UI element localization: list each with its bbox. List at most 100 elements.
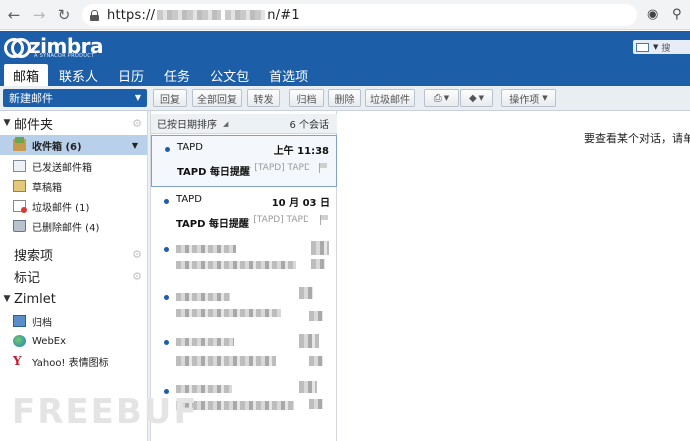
redacted-text: [176, 338, 234, 346]
redacted-text: [309, 399, 323, 409]
new-mail-label: 新建邮件: [9, 92, 53, 105]
list-item[interactable]: TAPD 10 月 03 日 TAPD 每日提醒 – [TAPD] TAPD: [151, 188, 337, 240]
zimlet-header[interactable]: ▼ Zimlet: [0, 290, 147, 308]
redacted-text: [176, 293, 230, 301]
trash-icon: [13, 220, 26, 232]
unread-dot-icon[interactable]: [165, 147, 170, 152]
message-from: TAPD: [177, 142, 203, 153]
tab-calendar[interactable]: 日历: [109, 65, 153, 86]
folder-label: 已发送邮件箱: [32, 162, 92, 174]
tab-tasks[interactable]: 任务: [155, 65, 199, 86]
message-date: 10 月 03 日: [271, 198, 330, 209]
folder-label: 已删除邮件 (4): [32, 222, 100, 234]
redacted-text: [299, 381, 317, 393]
redacted-text: [176, 309, 281, 317]
collapse-triangle-icon[interactable]: ▼: [0, 294, 14, 304]
zimbra-logo-icon: [4, 36, 31, 58]
sort-label[interactable]: 已按日期排序: [157, 116, 217, 131]
chevron-down-icon: ▼: [443, 94, 450, 102]
search-type-menu[interactable]: ▼ 搜: [633, 40, 690, 54]
eye-icon[interactable]: ◉: [647, 7, 658, 22]
chevron-down-icon: ▼: [542, 94, 548, 102]
gear-icon[interactable]: ⚙: [132, 248, 142, 261]
spam-button[interactable]: 垃圾邮件: [365, 89, 415, 107]
reply-all-button[interactable]: 全部回复: [192, 89, 242, 107]
redacted-text: [176, 261, 296, 269]
reload-icon[interactable]: ↻: [53, 4, 75, 26]
tag-menu-button[interactable]: ◆ ▼: [460, 89, 493, 107]
folder-trash[interactable]: 已删除邮件 (4): [0, 216, 147, 236]
tags-header[interactable]: 标记 ⚙: [0, 267, 147, 286]
folder-inbox[interactable]: 收件箱 (6) ▼: [0, 135, 147, 155]
redacted-text: [311, 241, 329, 255]
unread-dot-icon[interactable]: [164, 340, 169, 345]
print-menu-button[interactable]: ⎙ ▼: [424, 89, 459, 107]
zimlet-archive[interactable]: 归档: [0, 311, 147, 331]
chevron-down-icon[interactable]: ▼: [135, 93, 141, 102]
collapse-triangle-icon[interactable]: ▼: [0, 118, 14, 128]
reading-pane: 要查看某个对话，请单: [338, 111, 690, 441]
list-item[interactable]: [151, 239, 337, 287]
delete-button[interactable]: 删除: [328, 89, 361, 107]
watermark-logo: FREEBUF: [12, 392, 199, 432]
back-icon[interactable]: ←: [3, 4, 25, 26]
url-text: https:// n/#1: [107, 7, 300, 23]
logo-subtitle: A SYNACOR PRODUCT: [34, 53, 95, 59]
folder-sent[interactable]: 已发送邮件箱: [0, 156, 147, 176]
searches-header[interactable]: 搜索项 ⚙: [0, 245, 147, 264]
folder-drafts[interactable]: 草稿箱: [0, 176, 147, 196]
tag-icon: ◆: [468, 92, 477, 104]
lock-icon: [90, 9, 99, 21]
flag-icon[interactable]: [320, 215, 328, 225]
section-title: 搜索项: [14, 248, 54, 264]
redacted-text: [309, 356, 323, 366]
flag-icon[interactable]: [319, 163, 327, 173]
tab-contacts[interactable]: 联系人: [50, 65, 107, 86]
section-title: Zimlet: [14, 291, 56, 307]
archive-button[interactable]: 归档: [289, 89, 324, 107]
unread-dot-icon[interactable]: [164, 247, 169, 252]
mail-folders-header[interactable]: ▼ 邮件夹 ⚙: [0, 114, 147, 133]
folder-label: 垃圾邮件 (1): [32, 202, 90, 214]
sent-icon: [13, 160, 26, 172]
list-item[interactable]: [151, 287, 337, 335]
list-item[interactable]: [151, 332, 337, 380]
message-subject: TAPD 每日提醒: [176, 219, 249, 230]
gear-icon[interactable]: ⚙: [132, 270, 142, 283]
tab-mail[interactable]: 邮箱: [4, 64, 49, 86]
folder-junk[interactable]: 垃圾邮件 (1): [0, 196, 147, 216]
archive-icon: [13, 315, 26, 327]
gear-icon[interactable]: ⚙: [132, 117, 142, 130]
key-icon[interactable]: ⚲: [672, 7, 682, 22]
redacted-text: [176, 245, 236, 253]
inbox-icon: [13, 137, 26, 151]
actions-menu-button[interactable]: 操作项 ▼: [501, 89, 556, 107]
chevron-down-icon[interactable]: ▼: [132, 141, 138, 150]
actions-label: 操作项: [509, 94, 540, 106]
browser-toolbar: ← → ↻ https:// n/#1 ◉ ⚲: [0, 0, 690, 30]
tab-preferences[interactable]: 首选项: [260, 65, 317, 86]
new-mail-button[interactable]: 新建邮件 ▼: [3, 89, 147, 107]
unread-dot-icon[interactable]: [164, 295, 169, 300]
message-subject: TAPD 每日提醒: [177, 167, 250, 178]
forward-icon[interactable]: →: [28, 4, 50, 26]
chevron-down-icon: ▼: [478, 94, 485, 102]
zimlet-webex[interactable]: WebEx: [0, 331, 147, 351]
list-item[interactable]: TAPD 上午 11:38 TAPD 每日提醒 – [TAPD] TAPD: [151, 135, 337, 187]
reply-button[interactable]: 回复: [153, 89, 187, 107]
redacted-host: [225, 10, 266, 20]
search-fragment: 搜: [661, 43, 671, 54]
list-header[interactable]: 已按日期排序 ◢ 6 个会话: [151, 114, 337, 134]
zimlet-label: Yahoo! 表情图标: [32, 357, 109, 369]
address-bar[interactable]: https:// n/#1: [82, 4, 637, 26]
drafts-icon: [13, 180, 26, 192]
unread-dot-icon[interactable]: [164, 199, 169, 204]
forward-button[interactable]: 转发: [247, 89, 280, 107]
redacted-text: [299, 334, 319, 348]
tab-briefcase[interactable]: 公文包: [201, 65, 258, 86]
zimlet-yahoo-emoticons[interactable]: Y Yahoo! 表情图标: [0, 351, 147, 371]
reading-pane-hint: 要查看某个对话，请单: [584, 132, 690, 145]
section-title: 标记: [14, 270, 41, 286]
sort-icon[interactable]: ◢: [223, 120, 228, 128]
message-fragment: – [TAPD] TAPD: [246, 215, 308, 225]
